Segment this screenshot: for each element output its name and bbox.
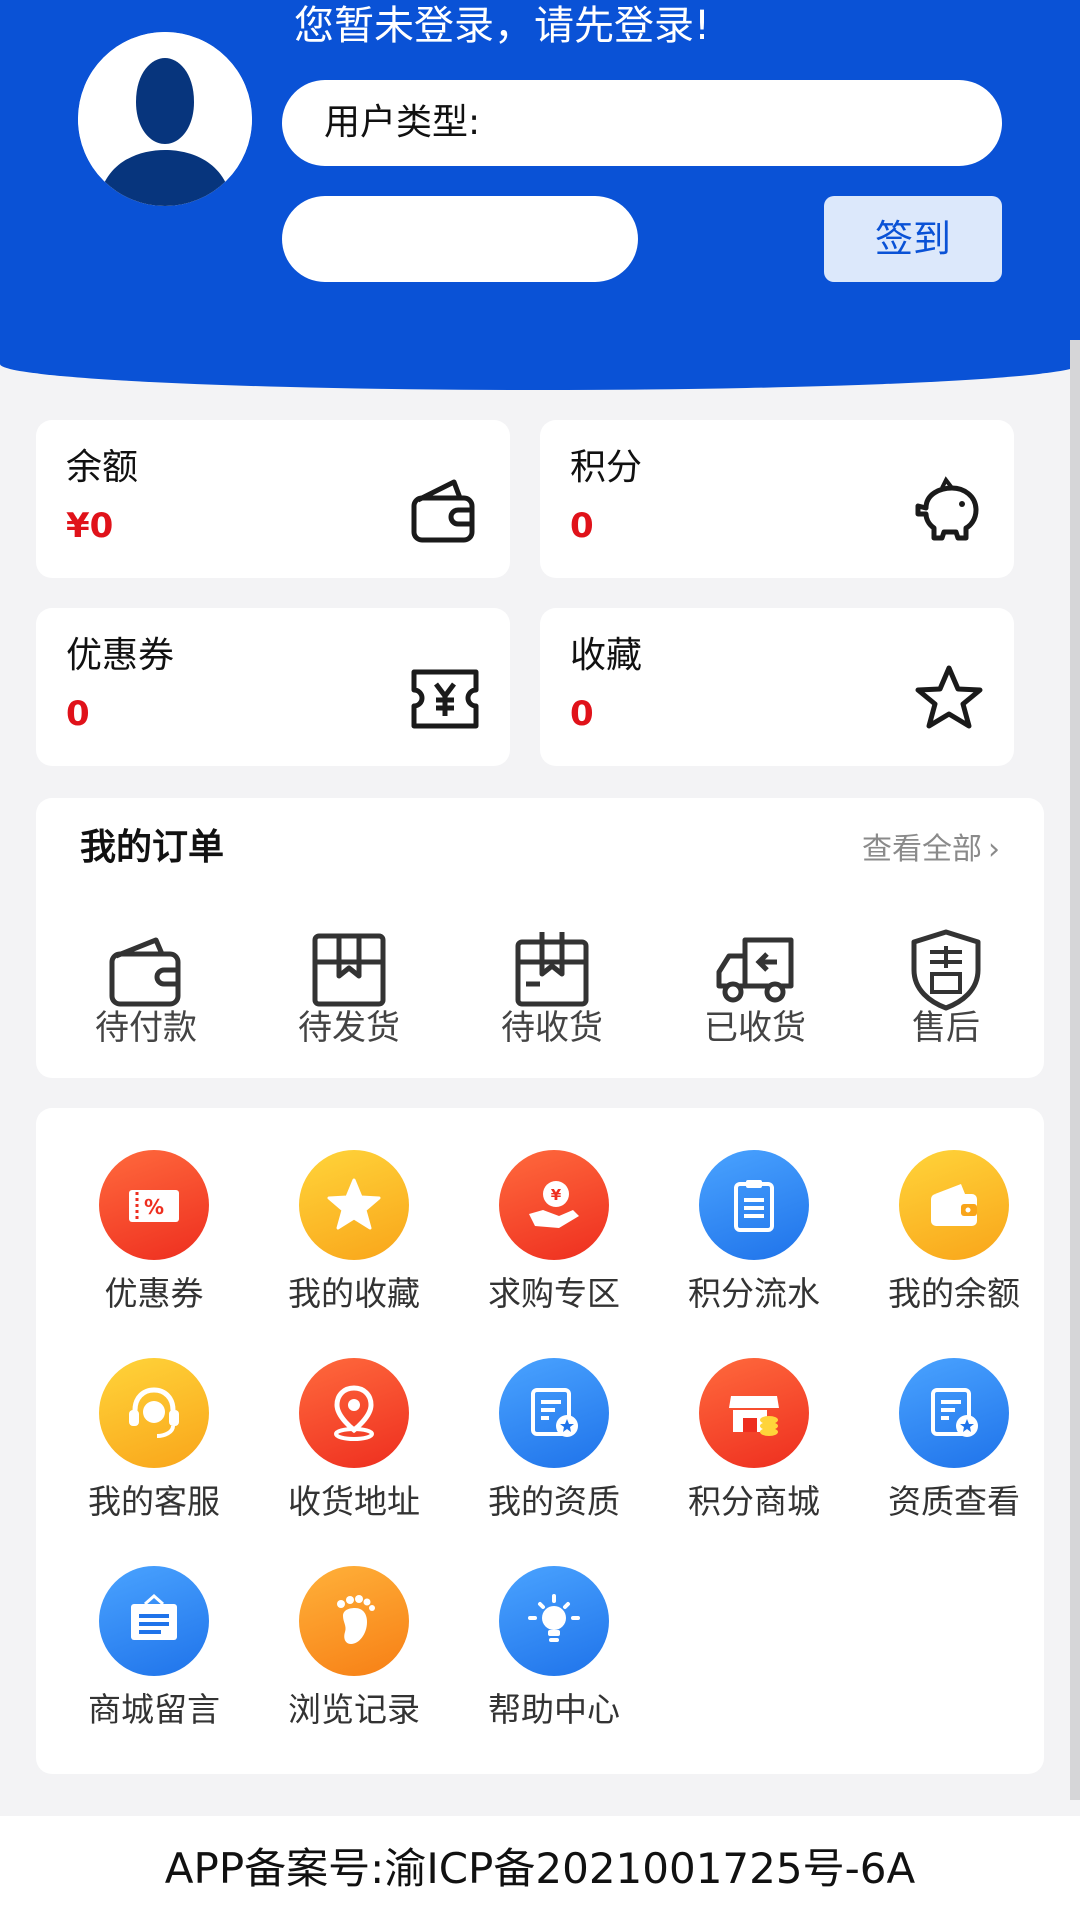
wallet-icon xyxy=(899,1150,1009,1260)
order-received[interactable]: 已收货 xyxy=(685,928,825,1050)
service-label: 我的资质 xyxy=(488,1482,620,1521)
coupon-icon: % xyxy=(99,1150,209,1260)
stat-value: ¥0 xyxy=(66,506,114,546)
service-label: 积分商城 xyxy=(688,1482,820,1521)
order-pending-receipt[interactable]: 待收货 xyxy=(482,928,622,1050)
package-icon xyxy=(515,932,589,1007)
service-label: 我的余额 xyxy=(888,1274,1020,1313)
service-browsing-history[interactable]: 浏览记录 xyxy=(264,1566,444,1732)
stat-value: 0 xyxy=(570,694,594,734)
truck-icon xyxy=(716,937,794,1003)
service-label: 帮助中心 xyxy=(488,1690,620,1729)
user-type-label: 用户类型: xyxy=(324,102,481,143)
service-coupons[interactable]: % 优惠券 xyxy=(64,1150,244,1316)
service-label: 优惠券 xyxy=(104,1274,204,1313)
avatar[interactable] xyxy=(78,32,252,206)
svg-text:%: % xyxy=(144,1195,164,1219)
orders-title: 我的订单 xyxy=(80,827,225,868)
order-pending-shipment[interactable]: 待发货 xyxy=(279,928,419,1050)
clipboard-icon xyxy=(699,1150,809,1260)
service-label: 我的客服 xyxy=(88,1482,220,1521)
checkin-button[interactable]: 签到 xyxy=(824,196,1002,282)
login-prompt[interactable]: 您暂未登录，请先登录! xyxy=(294,2,710,50)
stat-label: 积分 xyxy=(570,447,643,488)
stat-value: 0 xyxy=(570,506,594,546)
order-pending-payment[interactable]: 待付款 xyxy=(76,928,216,1050)
profile-header: 您暂未登录，请先登录! 用户类型: 签到 xyxy=(0,0,1080,390)
box-icon xyxy=(312,933,386,1007)
star-icon xyxy=(915,665,983,729)
service-balance[interactable]: 我的余额 xyxy=(864,1150,1044,1316)
service-help-center[interactable]: 帮助中心 xyxy=(464,1566,644,1732)
scrollbar[interactable] xyxy=(1070,340,1080,1800)
service-label: 积分流水 xyxy=(688,1274,820,1313)
service-points-mall[interactable]: 积分商城 xyxy=(664,1358,844,1524)
certificate-icon xyxy=(499,1358,609,1468)
order-item-label: 待付款 xyxy=(95,1008,197,1048)
order-after-sales[interactable]: 售后 xyxy=(876,928,1016,1050)
order-item-label: 待收货 xyxy=(501,1008,603,1048)
icp-filing-text: APP备案号:渝ICP备2021001725号-6A xyxy=(164,1844,916,1893)
view-all-orders-link[interactable]: 查看全部 › xyxy=(862,828,1000,872)
service-label: 收货地址 xyxy=(288,1482,420,1521)
favorites-card[interactable]: 收藏 0 xyxy=(540,608,1014,766)
location-pin-icon xyxy=(299,1358,409,1468)
order-item-label: 待发货 xyxy=(298,1008,400,1048)
piggy-bank-icon xyxy=(915,476,979,541)
wallet-icon xyxy=(411,479,475,543)
service-mall-messages[interactable]: 商城留言 xyxy=(64,1566,244,1732)
service-label: 浏览记录 xyxy=(288,1690,420,1729)
footer: APP备案号:渝ICP备2021001725号-6A xyxy=(0,1816,1080,1920)
stat-label: 余额 xyxy=(66,447,139,488)
hand-coin-icon: ¥ xyxy=(499,1150,609,1260)
my-orders-panel: 我的订单 查看全部 › 待付款 待发货 待收货 已收货 售后 xyxy=(36,798,1044,1078)
user-info-field xyxy=(282,196,638,282)
service-purchase-zone[interactable]: ¥ 求购专区 xyxy=(464,1150,644,1316)
balance-card[interactable]: 余额 ¥0 xyxy=(36,420,510,578)
service-points-history[interactable]: 积分流水 xyxy=(664,1150,844,1316)
shield-icon xyxy=(911,929,981,1011)
wallet-icon xyxy=(109,937,181,1007)
svg-text:¥: ¥ xyxy=(551,1186,562,1204)
headset-icon xyxy=(99,1358,209,1468)
order-item-label: 售后 xyxy=(912,1008,980,1048)
avatar-silhouette-icon xyxy=(78,32,252,206)
service-shipping-address[interactable]: 收货地址 xyxy=(264,1358,444,1524)
service-favorites[interactable]: 我的收藏 xyxy=(264,1150,444,1316)
service-label: 我的收藏 xyxy=(288,1274,420,1313)
lightbulb-icon xyxy=(499,1566,609,1676)
yen-ticket-icon xyxy=(411,669,479,729)
message-board-icon xyxy=(99,1566,209,1676)
points-card[interactable]: 积分 0 xyxy=(540,420,1014,578)
service-view-qualifications[interactable]: 资质查看 xyxy=(864,1358,1044,1524)
stat-value: 0 xyxy=(66,694,90,734)
stat-label: 收藏 xyxy=(570,635,643,676)
view-all-label: 查看全部 xyxy=(862,832,982,867)
order-item-label: 已收货 xyxy=(704,1008,806,1048)
service-label: 商城留言 xyxy=(88,1690,220,1729)
services-panel: % 优惠券 我的收藏 ¥ 求购专区 积分流水 我的余额 我的客服 收货地址 我的… xyxy=(36,1108,1044,1774)
service-customer-support[interactable]: 我的客服 xyxy=(64,1358,244,1524)
coupon-card[interactable]: 优惠券 0 xyxy=(36,608,510,766)
footprint-icon xyxy=(299,1566,409,1676)
store-icon xyxy=(699,1358,809,1468)
chevron-right-icon: › xyxy=(988,832,1000,867)
service-my-qualifications[interactable]: 我的资质 xyxy=(464,1358,644,1524)
service-label: 求购专区 xyxy=(488,1274,620,1313)
user-type-field: 用户类型: xyxy=(282,80,1002,166)
certificate-icon xyxy=(899,1358,1009,1468)
stat-label: 优惠券 xyxy=(66,635,175,676)
star-icon xyxy=(299,1150,409,1260)
service-label: 资质查看 xyxy=(888,1482,1020,1521)
